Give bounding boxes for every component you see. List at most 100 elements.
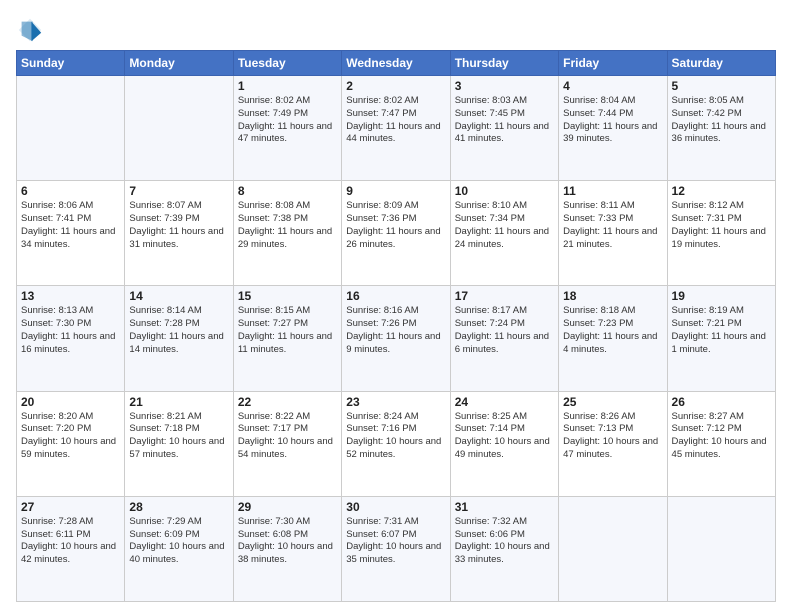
- day-info: Sunrise: 8:13 AMSunset: 7:30 PMDaylight:…: [21, 305, 120, 356]
- day-cell: 5Sunrise: 8:05 AMSunset: 7:42 PMDaylight…: [667, 76, 775, 181]
- day-number: 8: [238, 184, 337, 198]
- header: [16, 12, 776, 44]
- day-cell: 9Sunrise: 8:09 AMSunset: 7:36 PMDaylight…: [342, 181, 450, 286]
- day-number: 29: [238, 500, 337, 514]
- day-cell: 8 Sunrise: 8:08 AMSunset: 7:38 PMDaylight…: [233, 181, 341, 286]
- weekday-header-monday: Monday: [125, 51, 233, 76]
- day-info: Sunrise: 7:31 AMSunset: 6:07 PMDaylight:…: [346, 516, 445, 567]
- day-info: Sunrise: 8:14 AMSunset: 7:28 PMDaylight:…: [129, 305, 228, 356]
- day-cell: 17Sunrise: 8:17 AMSunset: 7:24 PMDayligh…: [450, 286, 558, 391]
- day-cell: 2 Sunrise: 8:02 AMSunset: 7:47 PMDaylight…: [342, 76, 450, 181]
- day-cell: 27 Sunrise: 7:28 AMSunset: 6:11 PMDayligh…: [17, 496, 125, 601]
- day-cell: [559, 496, 667, 601]
- day-number: 21: [129, 395, 228, 409]
- day-info: Sunrise: 7:32 AMSunset: 6:06 PMDaylight:…: [455, 516, 554, 567]
- day-info: Sunrise: 8:02 AMSunset: 7:49 PMDaylight:…: [238, 95, 337, 146]
- day-cell: 18Sunrise: 8:18 AMSunset: 7:23 PMDayligh…: [559, 286, 667, 391]
- day-cell: [667, 496, 775, 601]
- day-info: Sunrise: 8:24 AMSunset: 7:16 PMDaylight:…: [346, 411, 445, 462]
- day-number: 7: [129, 184, 228, 198]
- day-cell: 4 Sunrise: 8:04 AMSunset: 7:44 PMDaylight…: [559, 76, 667, 181]
- day-cell: 10 Sunrise: 8:10 AMSunset: 7:34 PMDayligh…: [450, 181, 558, 286]
- weekday-header-row: SundayMondayTuesdayWednesdayThursdayFrid…: [17, 51, 776, 76]
- day-info: Sunrise: 8:06 AMSunset: 7:41 PMDaylight:…: [21, 200, 120, 251]
- day-number: 3: [455, 79, 554, 93]
- day-number: 26: [672, 395, 771, 409]
- day-info: Sunrise: 7:28 AMSunset: 6:11 PMDaylight:…: [21, 516, 120, 567]
- day-cell: 20Sunrise: 8:20 AMSunset: 7:20 PMDayligh…: [17, 391, 125, 496]
- day-info: Sunrise: 7:30 AMSunset: 6:08 PMDaylight:…: [238, 516, 337, 567]
- weekday-header-thursday: Thursday: [450, 51, 558, 76]
- day-number: 13: [21, 289, 120, 303]
- day-cell: 14 Sunrise: 8:14 AMSunset: 7:28 PMDayligh…: [125, 286, 233, 391]
- day-cell: 13 Sunrise: 8:13 AMSunset: 7:30 PMDayligh…: [17, 286, 125, 391]
- day-cell: [17, 76, 125, 181]
- day-cell: 25Sunrise: 8:26 AMSunset: 7:13 PMDayligh…: [559, 391, 667, 496]
- day-number: 28: [129, 500, 228, 514]
- day-number: 10: [455, 184, 554, 198]
- day-number: 27: [21, 500, 120, 514]
- week-row-1: 1Sunrise: 8:02 AMSunset: 7:49 PMDaylight…: [17, 76, 776, 181]
- day-cell: 29 Sunrise: 7:30 AMSunset: 6:08 PMDayligh…: [233, 496, 341, 601]
- day-cell: 21 Sunrise: 8:21 AMSunset: 7:18 PMDayligh…: [125, 391, 233, 496]
- weekday-header-wednesday: Wednesday: [342, 51, 450, 76]
- day-number: 15: [238, 289, 337, 303]
- day-cell: 28 Sunrise: 7:29 AMSunset: 6:09 PMDayligh…: [125, 496, 233, 601]
- day-cell: 7 Sunrise: 8:07 AMSunset: 7:39 PMDaylight…: [125, 181, 233, 286]
- day-cell: 22 Sunrise: 8:22 AMSunset: 7:17 PMDayligh…: [233, 391, 341, 496]
- day-cell: 31 Sunrise: 7:32 AMSunset: 6:06 PMDayligh…: [450, 496, 558, 601]
- day-info: Sunrise: 8:15 AMSunset: 7:27 PMDaylight:…: [238, 305, 337, 356]
- day-info: Sunrise: 7:29 AMSunset: 6:09 PMDaylight:…: [129, 516, 228, 567]
- day-cell: 15 Sunrise: 8:15 AMSunset: 7:27 PMDayligh…: [233, 286, 341, 391]
- day-cell: [125, 76, 233, 181]
- day-number: 16: [346, 289, 445, 303]
- day-info: Sunrise: 8:08 AMSunset: 7:38 PMDaylight:…: [238, 200, 337, 251]
- calendar-table: SundayMondayTuesdayWednesdayThursdayFrid…: [16, 50, 776, 602]
- day-number: 2: [346, 79, 445, 93]
- day-number: 22: [238, 395, 337, 409]
- day-number: 18: [563, 289, 662, 303]
- day-info: Sunrise: 8:07 AMSunset: 7:39 PMDaylight:…: [129, 200, 228, 251]
- logo-icon: [16, 16, 44, 44]
- week-row-4: 20Sunrise: 8:20 AMSunset: 7:20 PMDayligh…: [17, 391, 776, 496]
- day-info: Sunrise: 8:20 AMSunset: 7:20 PMDaylight:…: [21, 411, 120, 462]
- day-number: 4: [563, 79, 662, 93]
- day-cell: 6 Sunrise: 8:06 AMSunset: 7:41 PMDaylight…: [17, 181, 125, 286]
- day-number: 23: [346, 395, 445, 409]
- day-number: 14: [129, 289, 228, 303]
- day-info: Sunrise: 8:27 AMSunset: 7:12 PMDaylight:…: [672, 411, 771, 462]
- week-row-3: 13 Sunrise: 8:13 AMSunset: 7:30 PMDayligh…: [17, 286, 776, 391]
- day-cell: 23 Sunrise: 8:24 AMSunset: 7:16 PMDayligh…: [342, 391, 450, 496]
- day-cell: 30 Sunrise: 7:31 AMSunset: 6:07 PMDayligh…: [342, 496, 450, 601]
- logo: [16, 16, 46, 44]
- day-info: Sunrise: 8:11 AMSunset: 7:33 PMDaylight:…: [563, 200, 662, 251]
- day-info: Sunrise: 8:02 AMSunset: 7:47 PMDaylight:…: [346, 95, 445, 146]
- day-info: Sunrise: 8:05 AMSunset: 7:42 PMDaylight:…: [672, 95, 771, 146]
- day-info: Sunrise: 8:22 AMSunset: 7:17 PMDaylight:…: [238, 411, 337, 462]
- weekday-header-sunday: Sunday: [17, 51, 125, 76]
- week-row-2: 6 Sunrise: 8:06 AMSunset: 7:41 PMDaylight…: [17, 181, 776, 286]
- day-number: 24: [455, 395, 554, 409]
- day-info: Sunrise: 8:16 AMSunset: 7:26 PMDaylight:…: [346, 305, 445, 356]
- day-cell: 24Sunrise: 8:25 AMSunset: 7:14 PMDayligh…: [450, 391, 558, 496]
- weekday-header-tuesday: Tuesday: [233, 51, 341, 76]
- day-number: 9: [346, 184, 445, 198]
- day-info: Sunrise: 8:10 AMSunset: 7:34 PMDaylight:…: [455, 200, 554, 251]
- day-info: Sunrise: 8:04 AMSunset: 7:44 PMDaylight:…: [563, 95, 662, 146]
- weekday-header-saturday: Saturday: [667, 51, 775, 76]
- day-cell: 16 Sunrise: 8:16 AMSunset: 7:26 PMDayligh…: [342, 286, 450, 391]
- day-info: Sunrise: 8:19 AMSunset: 7:21 PMDaylight:…: [672, 305, 771, 356]
- day-number: 31: [455, 500, 554, 514]
- page: SundayMondayTuesdayWednesdayThursdayFrid…: [0, 0, 792, 612]
- day-info: Sunrise: 8:17 AMSunset: 7:24 PMDaylight:…: [455, 305, 554, 356]
- day-info: Sunrise: 8:21 AMSunset: 7:18 PMDaylight:…: [129, 411, 228, 462]
- week-row-5: 27 Sunrise: 7:28 AMSunset: 6:11 PMDayligh…: [17, 496, 776, 601]
- day-cell: 1Sunrise: 8:02 AMSunset: 7:49 PMDaylight…: [233, 76, 341, 181]
- day-cell: 19 Sunrise: 8:19 AMSunset: 7:21 PMDayligh…: [667, 286, 775, 391]
- day-number: 19: [672, 289, 771, 303]
- day-number: 30: [346, 500, 445, 514]
- day-number: 6: [21, 184, 120, 198]
- day-number: 11: [563, 184, 662, 198]
- day-cell: 26 Sunrise: 8:27 AMSunset: 7:12 PMDayligh…: [667, 391, 775, 496]
- weekday-header-friday: Friday: [559, 51, 667, 76]
